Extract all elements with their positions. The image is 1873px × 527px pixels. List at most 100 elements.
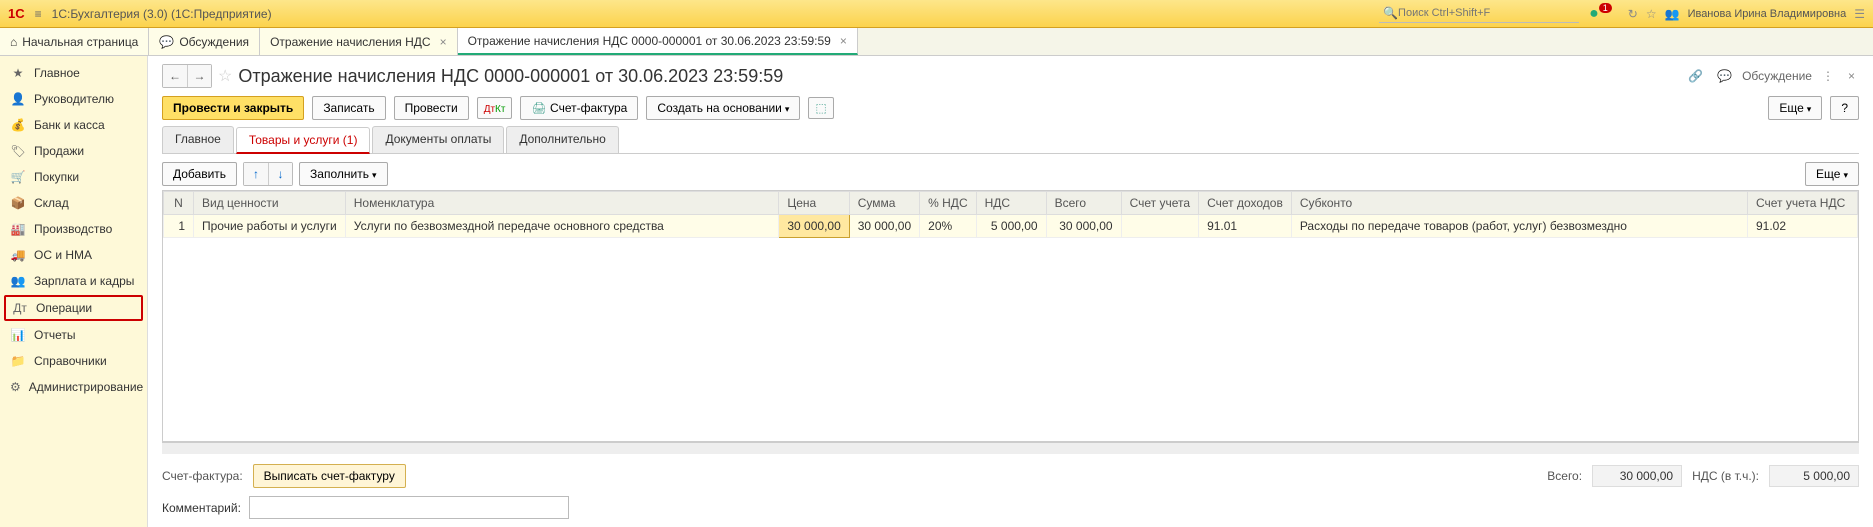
link-icon[interactable]: 🔗 xyxy=(1684,69,1707,83)
add-row-button[interactable]: Добавить xyxy=(162,162,237,186)
sidebar: ★Главное 👤Руководителю 💰Банк и касса 🏷Пр… xyxy=(0,56,148,527)
cell-nds[interactable]: 5 000,00 xyxy=(976,215,1046,238)
cell-vat[interactable]: 20% xyxy=(920,215,976,238)
col-vat[interactable]: % НДС xyxy=(920,192,976,215)
username[interactable]: Иванова Ирина Владимировна xyxy=(1688,8,1847,20)
move-up-button[interactable]: ↑ xyxy=(244,163,268,185)
cell-type[interactable]: Прочие работы и услуги xyxy=(194,215,346,238)
move-down-button[interactable]: ↓ xyxy=(268,163,292,185)
create-based-label: Создать на основании xyxy=(657,101,782,115)
sidebar-label: Зарплата и кадры xyxy=(34,274,134,288)
discuss-icon[interactable]: 💬 xyxy=(1713,69,1736,83)
cell-acct-nds[interactable]: 91.02 xyxy=(1748,215,1858,238)
post-button[interactable]: Провести xyxy=(394,96,469,120)
sidebar-operations[interactable]: ДтОперации xyxy=(4,295,143,321)
horizontal-scrollbar[interactable] xyxy=(162,442,1859,454)
col-nomen[interactable]: Номенклатура xyxy=(345,192,779,215)
history-icon[interactable]: ↻ xyxy=(1628,7,1638,21)
sidebar-director[interactable]: 👤Руководителю xyxy=(0,86,147,112)
cell-income[interactable]: 91.01 xyxy=(1199,215,1292,238)
col-sum[interactable]: Сумма xyxy=(849,192,919,215)
dtkt-button[interactable]: ДтКт xyxy=(477,97,513,119)
col-type[interactable]: Вид ценности xyxy=(194,192,346,215)
col-acct-nds[interactable]: Счет учета НДС xyxy=(1748,192,1858,215)
sidebar-label: Администрирование xyxy=(29,380,143,394)
operations-icon: Дт xyxy=(12,301,28,315)
search-input[interactable] xyxy=(1398,7,1575,19)
comment-input[interactable] xyxy=(249,496,569,519)
create-based-button[interactable]: Создать на основании▾ xyxy=(646,96,800,120)
col-price[interactable]: Цена xyxy=(779,192,849,215)
hamburger-icon[interactable]: ≡ xyxy=(35,7,42,21)
more-icon[interactable]: ⋮ xyxy=(1818,69,1838,83)
close-icon[interactable]: × xyxy=(440,35,447,49)
user-icon[interactable]: 👥 xyxy=(1665,7,1680,21)
money-icon: 👥 xyxy=(10,274,26,288)
issue-invoice-button[interactable]: Выписать счет-фактуру xyxy=(253,464,406,488)
discuss-label[interactable]: Обсуждение xyxy=(1742,69,1812,83)
print-icon: 🖨 xyxy=(531,101,546,115)
innertab-payments[interactable]: Документы оплаты xyxy=(372,126,504,153)
bank-icon: 💰 xyxy=(10,118,26,132)
structure-button[interactable]: ⬚ xyxy=(808,97,833,119)
cell-subconto[interactable]: Расходы по передаче товаров (работ, услу… xyxy=(1291,215,1747,238)
favorite-toggle[interactable]: ☆ xyxy=(218,66,232,86)
close-icon[interactable]: × xyxy=(1844,69,1859,83)
save-button[interactable]: Записать xyxy=(312,96,385,120)
sidebar-sales[interactable]: 🏷Продажи xyxy=(0,138,147,164)
global-search[interactable]: 🔍 xyxy=(1379,4,1579,23)
chat-icon: 💬 xyxy=(159,35,174,49)
home-icon: ⌂ xyxy=(10,35,17,49)
goods-table[interactable]: N Вид ценности Номенклатура Цена Сумма %… xyxy=(162,190,1859,442)
post-close-button[interactable]: Провести и закрыть xyxy=(162,96,304,120)
sidebar-osnma[interactable]: 🚚ОС и НМА xyxy=(0,242,147,268)
invoice-button[interactable]: 🖨 Счет-фактура xyxy=(520,96,638,120)
col-subconto[interactable]: Субконто xyxy=(1291,192,1747,215)
tab-doc-current[interactable]: Отражение начисления НДС 0000-000001 от … xyxy=(458,28,858,55)
cell-acct[interactable] xyxy=(1121,215,1198,238)
sidebar-admin[interactable]: ⚙ Администрирование xyxy=(0,374,147,400)
nav-forward[interactable]: → xyxy=(187,65,211,87)
sidebar-production[interactable]: 🏭Производство xyxy=(0,216,147,242)
sidebar-label: Склад xyxy=(34,196,69,210)
tree-icon: ⬚ xyxy=(815,101,826,115)
cell-nomen[interactable]: Услуги по безвозмездной передаче основно… xyxy=(345,215,779,238)
table-row[interactable]: 1 Прочие работы и услуги Услуги по безво… xyxy=(164,215,1858,238)
innertab-goods[interactable]: Товары и услуги (1) xyxy=(236,127,371,154)
sidebar-label: ОС и НМА xyxy=(34,248,92,262)
gear-icon: ⚙ xyxy=(10,380,21,394)
innertab-additional[interactable]: Дополнительно xyxy=(506,126,618,153)
tab-discuss[interactable]: 💬 Обсуждения xyxy=(149,28,260,55)
col-total[interactable]: Всего xyxy=(1046,192,1121,215)
settings-icon[interactable]: ☰ xyxy=(1854,7,1865,21)
close-icon[interactable]: × xyxy=(840,34,847,48)
col-n[interactable]: N xyxy=(164,192,194,215)
star-icon[interactable]: ☆ xyxy=(1646,7,1657,21)
cell-n[interactable]: 1 xyxy=(164,215,194,238)
sidebar-salary[interactable]: 👥 Зарплата и кадры xyxy=(0,268,147,294)
help-button[interactable]: ? xyxy=(1830,96,1859,120)
col-income[interactable]: Счет доходов xyxy=(1199,192,1292,215)
nav-back[interactable]: ← xyxy=(163,65,187,87)
sidebar-purchases[interactable]: 🛒Покупки xyxy=(0,164,147,190)
tab-doc-list[interactable]: Отражение начисления НДС × xyxy=(260,28,458,55)
cell-sum[interactable]: 30 000,00 xyxy=(849,215,919,238)
cell-price[interactable]: 30 000,00 xyxy=(779,215,849,238)
col-acct[interactable]: Счет учета xyxy=(1121,192,1198,215)
innertab-main[interactable]: Главное xyxy=(162,126,234,153)
more-button[interactable]: Еще▾ xyxy=(1768,96,1822,120)
sidebar-main[interactable]: ★Главное xyxy=(0,60,147,86)
col-nds[interactable]: НДС xyxy=(976,192,1046,215)
nds-value: 5 000,00 xyxy=(1769,465,1859,487)
table-more-button[interactable]: Еще▾ xyxy=(1805,162,1859,186)
sidebar-directories[interactable]: 📁Справочники xyxy=(0,348,147,374)
tab-home[interactable]: ⌂ Начальная страница xyxy=(0,28,149,55)
cell-total[interactable]: 30 000,00 xyxy=(1046,215,1121,238)
sidebar-warehouse[interactable]: 📦Склад xyxy=(0,190,147,216)
sidebar-reports[interactable]: 📊Отчеты xyxy=(0,322,147,348)
total-value: 30 000,00 xyxy=(1592,465,1682,487)
bell-icon[interactable]: ● xyxy=(1589,5,1599,23)
sidebar-bank[interactable]: 💰Банк и касса xyxy=(0,112,147,138)
fill-button[interactable]: Заполнить▾ xyxy=(299,162,387,186)
tab-doc-list-label: Отражение начисления НДС xyxy=(270,35,431,49)
